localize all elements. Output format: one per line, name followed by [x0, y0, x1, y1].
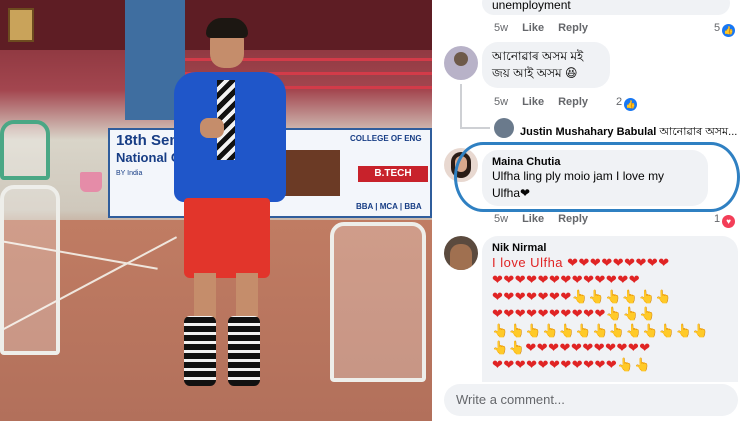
comment-text: জয় আই অসম 😆	[492, 66, 578, 80]
comment-bubble: Nik Nirmal I love Ulfha ❤❤❤❤❤❤❤❤❤ ❤❤❤❤❤❤…	[482, 236, 738, 382]
comment-time[interactable]: 5w	[494, 22, 508, 34]
comment-author[interactable]: আনোৱাৰ অসম মই	[492, 48, 600, 65]
avatar[interactable]	[444, 236, 478, 270]
reaction-count[interactable]: 1 ♥	[714, 213, 736, 228]
white-chair	[0, 185, 60, 355]
reply-thread-line	[460, 84, 462, 128]
banner-btech: B.TECH	[358, 166, 428, 182]
boxing-shoe	[228, 316, 260, 386]
reply-thread-line	[460, 127, 490, 129]
reply-link[interactable]: Reply	[558, 213, 588, 225]
emoji-row: ❤❤❤❤❤❤❤❤❤❤❤❤❤	[492, 272, 641, 287]
post-photo[interactable]: 18th Semi National C BY India COLLEGE OF…	[0, 0, 432, 421]
reply-author[interactable]: Justin Mushahary Babulal	[520, 126, 656, 138]
comment-bubble: আনোৱাৰ অসম মই জয় আই অসম 😆	[482, 42, 610, 88]
avatar[interactable]	[444, 148, 478, 182]
avatar-face	[455, 156, 467, 172]
pink-bucket	[80, 172, 102, 192]
reply-preview[interactable]: Justin Mushahary Babulal আনোৱাৰ অসম...	[520, 123, 737, 142]
boxer-figure	[170, 18, 290, 398]
like-link[interactable]: Like	[522, 96, 544, 108]
reaction-number: 1	[714, 213, 721, 225]
comment-text: unemployment	[492, 0, 571, 12]
boxing-shoe	[184, 316, 216, 386]
boxer-hair	[206, 18, 248, 38]
emoji-row: 👆👆❤❤❤❤❤❤❤❤❤❤❤	[492, 340, 651, 355]
avatar-body	[450, 244, 472, 270]
red-shorts	[184, 198, 270, 278]
comment-bubble: Maina Chutia Ulfha ling ply moio jam I l…	[482, 150, 708, 206]
boxer-fist	[200, 118, 224, 138]
reaction-number: 2	[616, 96, 623, 108]
avatar[interactable]	[444, 46, 478, 80]
reply-link[interactable]: Reply	[558, 22, 588, 34]
like-link[interactable]: Like	[522, 213, 544, 225]
avatar-face	[454, 52, 468, 66]
comment-text-line: Ulfha❤	[492, 186, 531, 200]
comment-actions: 5w Like Reply	[494, 22, 602, 34]
emoji-row: ❤❤❤❤❤❤❤👆👆👆👆👆👆	[492, 289, 672, 304]
comment-author[interactable]: Maina Chutia	[492, 156, 698, 168]
comment-time[interactable]: 5w	[494, 96, 508, 108]
like-icon: 👍	[624, 98, 638, 111]
reply-link[interactable]: Reply	[558, 96, 588, 108]
avatar[interactable]	[494, 118, 514, 138]
comment-actions: 5w Like Reply	[494, 96, 602, 108]
banner-by: BY India	[116, 170, 143, 177]
reaction-number: 5	[714, 22, 721, 34]
comment-text-line: Ulfha ling ply moio jam I love my	[492, 169, 665, 183]
reaction-count[interactable]: 5 👍	[714, 22, 736, 37]
comment-text: I love Ulfha ❤❤❤❤❤❤❤❤❤	[492, 255, 670, 270]
white-chair	[330, 222, 426, 382]
comment-actions: 5w Like Reply	[494, 213, 602, 225]
emoji-row: ❤❤❤❤❤❤❤❤❤❤❤👆👆	[492, 357, 651, 372]
reply-text: আনোৱাৰ অসম...	[659, 126, 738, 138]
love-icon: ♥	[722, 215, 736, 228]
comment-bubble: unemployment	[482, 0, 730, 15]
green-chair	[0, 120, 50, 180]
wall-portrait	[8, 8, 34, 42]
banner-courses: BBA | MCA | BBA	[356, 202, 422, 211]
emoji-row: 👆👆👆👆👆👆👆👆👆👆👆👆👆	[492, 323, 709, 338]
banner-college: COLLEGE OF ENG	[350, 134, 422, 143]
comment-input[interactable]: Write a comment...	[444, 384, 738, 416]
like-icon: 👍	[722, 24, 736, 37]
comment-author[interactable]: Nik Nirmal	[492, 242, 728, 254]
like-link[interactable]: Like	[522, 22, 544, 34]
emoji-row: ❤❤❤❤❤❤❤❤❤❤👆👆👆	[492, 306, 656, 321]
comment-time[interactable]: 5w	[494, 213, 508, 225]
reaction-count[interactable]: 2 👍	[616, 96, 638, 111]
